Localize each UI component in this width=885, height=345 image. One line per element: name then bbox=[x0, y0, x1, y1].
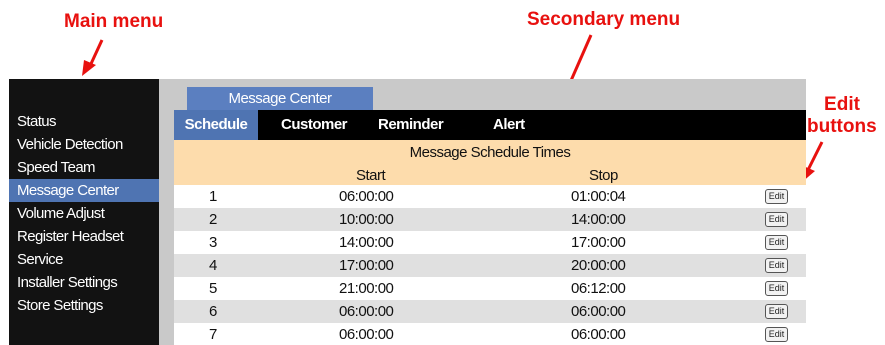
edit-button[interactable]: Edit bbox=[765, 258, 788, 273]
row-number: 4 bbox=[209, 257, 217, 274]
main-menu-item-speed-team[interactable]: Speed Team bbox=[9, 156, 159, 179]
stop-time: 20:00:00 bbox=[571, 257, 626, 274]
main-menu-item-volume-adjust[interactable]: Volume Adjust bbox=[9, 202, 159, 225]
row-number: 5 bbox=[209, 280, 217, 297]
column-header-start: Start bbox=[356, 167, 386, 184]
main-menu: Status Vehicle Detection Speed Team Mess… bbox=[9, 79, 159, 345]
edit-button[interactable]: Edit bbox=[765, 281, 788, 296]
row-number: 3 bbox=[209, 234, 217, 251]
main-menu-item-vehicle-detection[interactable]: Vehicle Detection bbox=[9, 133, 159, 156]
secondary-menu: Schedule Customer Reminder Alert bbox=[174, 110, 806, 140]
schedule-table: 1 06:00:00 01:00:04 Edit 2 10:00:00 14:0… bbox=[174, 185, 806, 345]
table-row: 5 21:00:00 06:12:00 Edit bbox=[174, 277, 806, 300]
start-time: 06:00:00 bbox=[339, 326, 394, 343]
start-time: 14:00:00 bbox=[339, 234, 394, 251]
column-header-stop: Stop bbox=[589, 167, 618, 184]
table-row: 1 06:00:00 01:00:04 Edit bbox=[174, 185, 806, 208]
stop-time: 01:00:04 bbox=[571, 188, 626, 205]
page-title-tab: Message Center bbox=[187, 87, 373, 110]
row-number: 6 bbox=[209, 303, 217, 320]
table-row: 6 06:00:00 06:00:00 Edit bbox=[174, 300, 806, 323]
start-time: 17:00:00 bbox=[339, 257, 394, 274]
start-time: 06:00:00 bbox=[339, 303, 394, 320]
stop-time: 17:00:00 bbox=[571, 234, 626, 251]
row-number: 2 bbox=[209, 211, 217, 228]
start-time: 10:00:00 bbox=[339, 211, 394, 228]
table-row: 2 10:00:00 14:00:00 Edit bbox=[174, 208, 806, 231]
schedule-title: Message Schedule Times bbox=[174, 140, 806, 166]
tab-schedule[interactable]: Schedule bbox=[174, 110, 258, 140]
main-menu-item-register-headset[interactable]: Register Headset bbox=[9, 225, 159, 248]
edit-button[interactable]: Edit bbox=[765, 327, 788, 342]
content-panel: Message Center Schedule Customer Reminde… bbox=[159, 79, 806, 345]
edit-button[interactable]: Edit bbox=[765, 304, 788, 319]
main-menu-item-message-center[interactable]: Message Center bbox=[9, 179, 159, 202]
tab-alert[interactable]: Alert bbox=[493, 110, 525, 140]
stop-time: 06:00:00 bbox=[571, 326, 626, 343]
main-menu-item-installer-settings[interactable]: Installer Settings bbox=[9, 271, 159, 294]
edit-button[interactable]: Edit bbox=[765, 189, 788, 204]
start-time: 21:00:00 bbox=[339, 280, 394, 297]
main-menu-item-store-settings[interactable]: Store Settings bbox=[9, 294, 159, 317]
table-row: 3 14:00:00 17:00:00 Edit bbox=[174, 231, 806, 254]
main-menu-item-status[interactable]: Status bbox=[9, 110, 159, 133]
stop-time: 06:00:00 bbox=[571, 303, 626, 320]
edit-button[interactable]: Edit bbox=[765, 235, 788, 250]
row-number: 7 bbox=[209, 326, 217, 343]
start-time: 06:00:00 bbox=[339, 188, 394, 205]
schedule-column-headers: Start Stop bbox=[174, 166, 806, 185]
table-row: 4 17:00:00 20:00:00 Edit bbox=[174, 254, 806, 277]
stop-time: 14:00:00 bbox=[571, 211, 626, 228]
edit-button[interactable]: Edit bbox=[765, 212, 788, 227]
tab-reminder[interactable]: Reminder bbox=[378, 110, 444, 140]
row-number: 1 bbox=[209, 188, 217, 205]
stop-time: 06:12:00 bbox=[571, 280, 626, 297]
tab-customer[interactable]: Customer bbox=[281, 110, 348, 140]
main-menu-item-service[interactable]: Service bbox=[9, 248, 159, 271]
table-row: 7 06:00:00 06:00:00 Edit bbox=[174, 323, 806, 345]
